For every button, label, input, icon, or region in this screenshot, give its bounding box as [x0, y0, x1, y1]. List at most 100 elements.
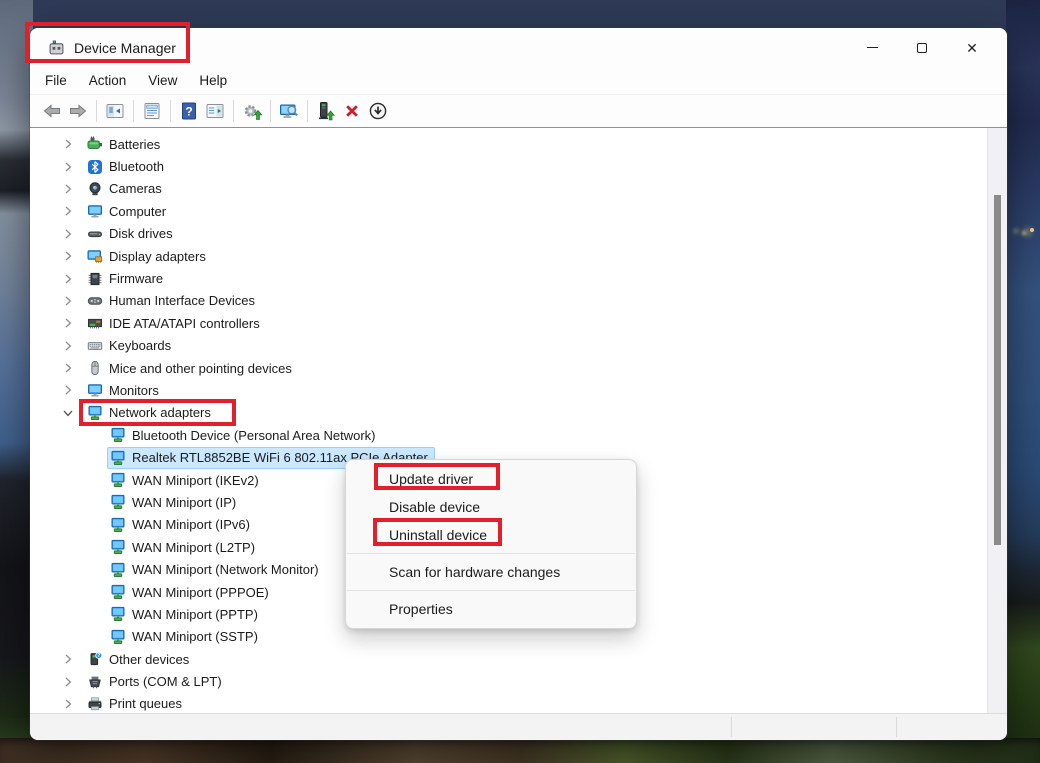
row-body[interactable]: Bluetooth Device (Personal Area Network) [107, 424, 383, 446]
chevron-right-icon[interactable] [60, 136, 76, 152]
tree-item-firmware[interactable]: Firmware [30, 267, 987, 289]
network-adapter-icon [110, 606, 126, 622]
row-body[interactable]: Display adapters [84, 245, 213, 267]
tree-item-bluetooth[interactable]: Bluetooth [30, 155, 987, 177]
chevron-right-icon[interactable] [60, 674, 76, 690]
row-body[interactable]: Network adapters [84, 402, 218, 424]
maximize-button[interactable] [897, 28, 947, 67]
window-title: Device Manager [74, 40, 176, 56]
tree-item-label: WAN Miniport (SSTP) [132, 629, 258, 644]
close-button[interactable]: ✕ [947, 28, 997, 67]
forward-button[interactable] [65, 98, 91, 124]
row-body[interactable]: WAN Miniport (PPPOE) [107, 581, 276, 603]
row-body[interactable]: Ports (COM & LPT) [84, 671, 229, 693]
row-body[interactable]: WAN Miniport (Network Monitor) [107, 559, 326, 581]
row-body[interactable]: Cameras [84, 178, 169, 200]
menu-action[interactable]: Action [78, 69, 138, 92]
menu-help[interactable]: Help [188, 69, 238, 92]
tree-item-label: Network adapters [109, 405, 211, 420]
chevron-right-icon[interactable] [60, 226, 76, 242]
row-body[interactable]: Batteries [84, 133, 167, 155]
context-menu-scan-for-hardware-changes[interactable]: Scan for hardware changes [346, 558, 636, 586]
row-body[interactable]: WAN Miniport (PPTP) [107, 603, 265, 625]
scrollbar-thumb[interactable] [994, 195, 1001, 545]
chevron-right-icon[interactable] [60, 382, 76, 398]
tree-item-label: Human Interface Devices [109, 293, 255, 308]
update-driver-button[interactable] [313, 98, 339, 124]
tree-item-bluetooth-device-personal-area-network[interactable]: Bluetooth Device (Personal Area Network) [30, 424, 987, 446]
back-button[interactable] [39, 98, 65, 124]
chevron-right-icon[interactable] [60, 338, 76, 354]
action-pane-button[interactable] [202, 98, 228, 124]
tree-item-cameras[interactable]: Cameras [30, 178, 987, 200]
tree-item-mice-and-other-pointing-devices[interactable]: Mice and other pointing devices [30, 357, 987, 379]
tree-item-disk-drives[interactable]: Disk drives [30, 223, 987, 245]
row-body[interactable]: Disk drives [84, 223, 180, 245]
uninstall-device-button[interactable] [339, 98, 365, 124]
titlebar[interactable]: Device Manager ✕ [30, 28, 1007, 67]
properties-button[interactable] [139, 98, 165, 124]
tree-item-other-devices[interactable]: ?Other devices [30, 648, 987, 670]
tree-item-monitors[interactable]: Monitors [30, 379, 987, 401]
tree-item-human-interface-devices[interactable]: Human Interface Devices [30, 290, 987, 312]
minimize-button[interactable] [847, 28, 897, 67]
network-adapter-icon [110, 450, 126, 466]
row-body[interactable]: Keyboards [84, 335, 178, 357]
row-body[interactable]: WAN Miniport (SSTP) [107, 626, 265, 648]
chevron-right-icon[interactable] [60, 651, 76, 667]
row-body[interactable]: Monitors [84, 379, 166, 401]
row-body[interactable]: Bluetooth [84, 156, 171, 178]
context-menu-uninstall-device[interactable]: Uninstall device [346, 521, 636, 549]
chevron-right-icon[interactable] [60, 360, 76, 376]
row-body[interactable]: Computer [84, 200, 173, 222]
chevron-right-icon[interactable] [60, 159, 76, 175]
tree-item-keyboards[interactable]: Keyboards [30, 335, 987, 357]
row-body[interactable]: ?Other devices [84, 648, 196, 670]
tree-item-batteries[interactable]: Batteries [30, 133, 987, 155]
row-body[interactable]: Human Interface Devices [84, 290, 262, 312]
chevron-right-icon[interactable] [60, 203, 76, 219]
vertical-scrollbar[interactable] [987, 128, 1007, 713]
context-menu-disable-device[interactable]: Disable device [346, 493, 636, 521]
help-button[interactable]: ? [176, 98, 202, 124]
chevron-right-icon[interactable] [60, 271, 76, 287]
tree-item-network-adapters[interactable]: Network adapters [30, 402, 987, 424]
minimize-icon [867, 47, 878, 48]
search-computer-button[interactable] [276, 98, 302, 124]
display-adapter-icon [87, 248, 103, 264]
tree-item-display-adapters[interactable]: Display adapters [30, 245, 987, 267]
row-body[interactable]: WAN Miniport (IP) [107, 491, 243, 513]
disable-device-button[interactable] [365, 98, 391, 124]
menu-file[interactable]: File [34, 69, 78, 92]
tree-item-label: WAN Miniport (IKEv2) [132, 473, 259, 488]
show-console-tree-icon [105, 101, 125, 121]
tree-item-ports-com-lpt[interactable]: Ports (COM & LPT) [30, 670, 987, 692]
toolbar-divider [233, 100, 234, 122]
tree-item-computer[interactable]: Computer [30, 200, 987, 222]
chevron-right-icon[interactable] [60, 248, 76, 264]
row-body[interactable]: IDE ATA/ATAPI controllers [84, 312, 267, 334]
chevron-right-icon[interactable] [60, 181, 76, 197]
chevron-right-icon[interactable] [60, 315, 76, 331]
svg-text:?: ? [185, 105, 192, 119]
context-menu-properties[interactable]: Properties [346, 595, 636, 623]
show-console-tree-button[interactable] [102, 98, 128, 124]
camera-icon [87, 181, 103, 197]
chevron-right-icon[interactable] [60, 696, 76, 712]
context-menu: Update driverDisable deviceUninstall dev… [345, 459, 637, 629]
row-body[interactable]: WAN Miniport (IKEv2) [107, 469, 266, 491]
row-body[interactable]: WAN Miniport (IPv6) [107, 514, 257, 536]
context-menu-update-driver[interactable]: Update driver [346, 465, 636, 493]
tree-item-ide-ata-atapi-controllers[interactable]: IDE ATA/ATAPI controllers [30, 312, 987, 334]
search-computer-icon [279, 101, 299, 121]
row-body[interactable]: Print queues [84, 693, 189, 713]
menu-view[interactable]: View [137, 69, 188, 92]
row-body[interactable]: Mice and other pointing devices [84, 357, 299, 379]
scan-hardware-changes-button[interactable] [239, 98, 265, 124]
chevron-down-icon[interactable] [60, 405, 76, 421]
chevron-right-icon[interactable] [60, 293, 76, 309]
toolbar: ? [30, 95, 1007, 128]
row-body[interactable]: WAN Miniport (L2TP) [107, 536, 262, 558]
tree-item-print-queues[interactable]: Print queues [30, 693, 987, 713]
row-body[interactable]: Firmware [84, 268, 170, 290]
